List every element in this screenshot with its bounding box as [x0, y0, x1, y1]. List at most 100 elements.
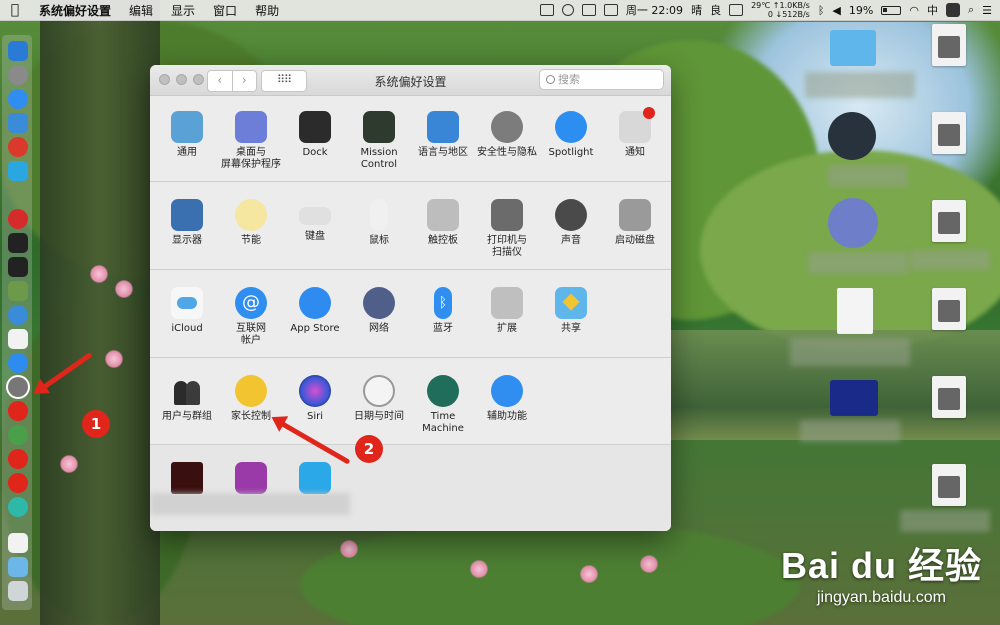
pane-mouse[interactable]: 鼠标	[347, 199, 411, 247]
pane-displays[interactable]: 显示器	[155, 199, 219, 247]
input-method[interactable]: 中	[927, 2, 938, 18]
pane-sharing[interactable]: 共享	[539, 287, 603, 335]
search-field[interactable]: 搜索	[539, 69, 664, 90]
network-monitor-icon[interactable]	[729, 4, 744, 16]
battery-icon[interactable]	[881, 5, 902, 15]
mission-control-icon	[363, 111, 395, 143]
menu-edit[interactable]: 编辑	[120, 2, 162, 19]
pane-keyboard[interactable]: 键盘	[283, 199, 347, 243]
pane-third-party-display[interactable]	[283, 462, 347, 494]
vivaldi-icon[interactable]	[8, 473, 28, 493]
apple-menu-icon[interactable]: 	[0, 2, 30, 18]
activity-monitor-icon[interactable]	[8, 233, 28, 253]
menu-app-name[interactable]: 系统偏好设置	[30, 2, 120, 19]
volume-icon[interactable]: ◀	[832, 4, 840, 17]
pane-internet-accounts[interactable]: @ 互联网 帐户	[219, 287, 283, 347]
network-stats[interactable]: 29℃ ↑1.0KB/s 0 ↓512B/s	[751, 1, 810, 19]
pane-energy-saver[interactable]: 节能	[219, 199, 283, 247]
clock-icon	[363, 375, 395, 407]
pane-network[interactable]: 网络	[347, 287, 411, 335]
contacts-icon[interactable]	[8, 113, 28, 133]
pane-app-store[interactable]: App Store	[283, 287, 347, 335]
pane-accessibility[interactable]: 辅助功能	[475, 375, 539, 423]
flower	[60, 455, 78, 473]
tree-trunk	[40, 0, 160, 625]
pane-trackpad[interactable]: 触控板	[411, 199, 475, 247]
maps-icon[interactable]	[8, 281, 28, 301]
notification-center-icon[interactable]: ☰	[982, 4, 992, 17]
app-icon[interactable]	[8, 161, 28, 181]
pane-notifications[interactable]: 通知	[603, 107, 667, 159]
blurred-label	[805, 72, 915, 98]
disk-image-icon[interactable]	[932, 200, 966, 242]
pane-general[interactable]: 通用	[155, 111, 219, 159]
pane-security-privacy[interactable]: 安全性与隐私	[475, 111, 539, 159]
notifications-icon	[619, 107, 655, 143]
weibo-icon[interactable]	[8, 449, 28, 469]
pane-flash-player[interactable]	[155, 462, 219, 494]
folder-icon[interactable]	[8, 557, 28, 577]
app-icon[interactable]	[828, 198, 878, 248]
finder-icon[interactable]	[8, 41, 28, 61]
pane-extensions[interactable]: 扩展	[475, 287, 539, 335]
pane-siri[interactable]: Siri	[283, 375, 347, 423]
weather[interactable]: 晴	[691, 2, 702, 18]
clock-status-icon[interactable]	[561, 4, 574, 16]
general-icon	[171, 111, 203, 143]
bluetooth-icon[interactable]: ᛒ	[818, 4, 825, 17]
pane-time-machine[interactable]: Time Machine	[411, 375, 475, 435]
display-status-icon[interactable]	[603, 4, 618, 16]
battery-percent[interactable]: 19%	[849, 4, 873, 17]
trash-icon[interactable]	[8, 581, 28, 601]
pane-icloud[interactable]: iCloud	[155, 287, 219, 335]
search-icon[interactable]: ⌕	[968, 3, 974, 17]
chrome-icon[interactable]	[8, 425, 28, 445]
app-store-icon[interactable]	[8, 353, 28, 373]
pane-printers-scanners[interactable]: 打印机与 扫描仪	[475, 199, 539, 259]
pane-desktop-screensaver[interactable]: 桌面与 屏幕保护程序	[219, 111, 283, 171]
pane-bluetooth[interactable]: ᛒ 蓝牙	[411, 287, 475, 335]
menu-window[interactable]: 窗口	[204, 2, 246, 19]
app-status-icon[interactable]	[945, 3, 960, 17]
launchpad-icon[interactable]	[8, 65, 28, 85]
pane-dock[interactable]: Dock	[283, 111, 347, 159]
terminal-icon[interactable]	[8, 257, 28, 277]
itunes-icon[interactable]	[8, 329, 28, 349]
screen-status-icon[interactable]	[581, 4, 596, 16]
wifi-icon[interactable]: ◠	[909, 4, 919, 17]
pane-spotlight[interactable]: Spotlight	[539, 111, 603, 159]
document-icon[interactable]	[8, 533, 28, 553]
pane-users-groups[interactable]: 用户与群组	[155, 375, 219, 423]
pane-language-region[interactable]: 语言与地区	[411, 111, 475, 159]
annotation-badge-1: 1	[82, 410, 110, 438]
app-icon[interactable]	[8, 137, 28, 157]
disk-image-icon[interactable]	[932, 288, 966, 330]
pane-mission-control[interactable]: Mission Control	[347, 111, 411, 171]
pane-sound[interactable]: 声音	[539, 199, 603, 247]
disk-image-icon[interactable]	[932, 464, 966, 506]
app-icon[interactable]	[8, 209, 28, 229]
air-quality[interactable]: 良	[710, 2, 721, 18]
folder-icon[interactable]	[830, 30, 876, 66]
system-preferences-icon[interactable]	[8, 377, 28, 397]
image-icon[interactable]	[830, 380, 878, 416]
app-icon[interactable]	[828, 112, 876, 160]
pane-third-party[interactable]	[219, 462, 283, 494]
pane-date-time[interactable]: 日期与时间	[347, 375, 411, 423]
parental-controls-icon	[235, 375, 267, 407]
dock	[2, 35, 32, 610]
menu-view[interactable]: 显示	[162, 2, 204, 19]
printer-status-icon[interactable]	[539, 4, 554, 16]
safari-icon[interactable]	[8, 89, 28, 109]
app-icon[interactable]	[8, 497, 28, 517]
yandex-icon[interactable]	[8, 401, 28, 421]
disk-image-icon[interactable]	[932, 24, 966, 66]
disk-image-icon[interactable]	[932, 112, 966, 154]
menu-help[interactable]: 帮助	[246, 2, 288, 19]
app-icon[interactable]	[8, 305, 28, 325]
clock[interactable]: 周一 22:09	[626, 2, 683, 18]
siri-icon	[299, 375, 331, 407]
pane-startup-disk[interactable]: 启动磁盘	[603, 199, 667, 247]
document-icon[interactable]	[837, 288, 873, 334]
disk-image-icon[interactable]	[932, 376, 966, 418]
